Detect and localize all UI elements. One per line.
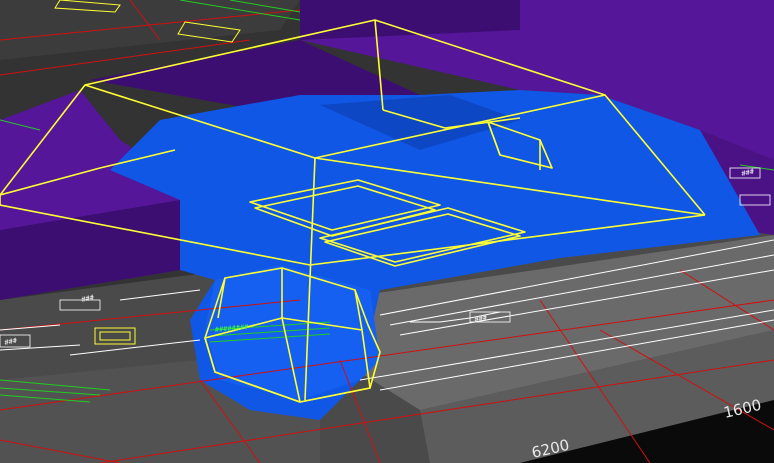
cad-3d-viewport[interactable]: ### ### ### ### ######## 6200 1600 [0, 0, 774, 463]
scene-canvas[interactable]: ### ### ### ### ######## 6200 1600 [0, 0, 774, 463]
